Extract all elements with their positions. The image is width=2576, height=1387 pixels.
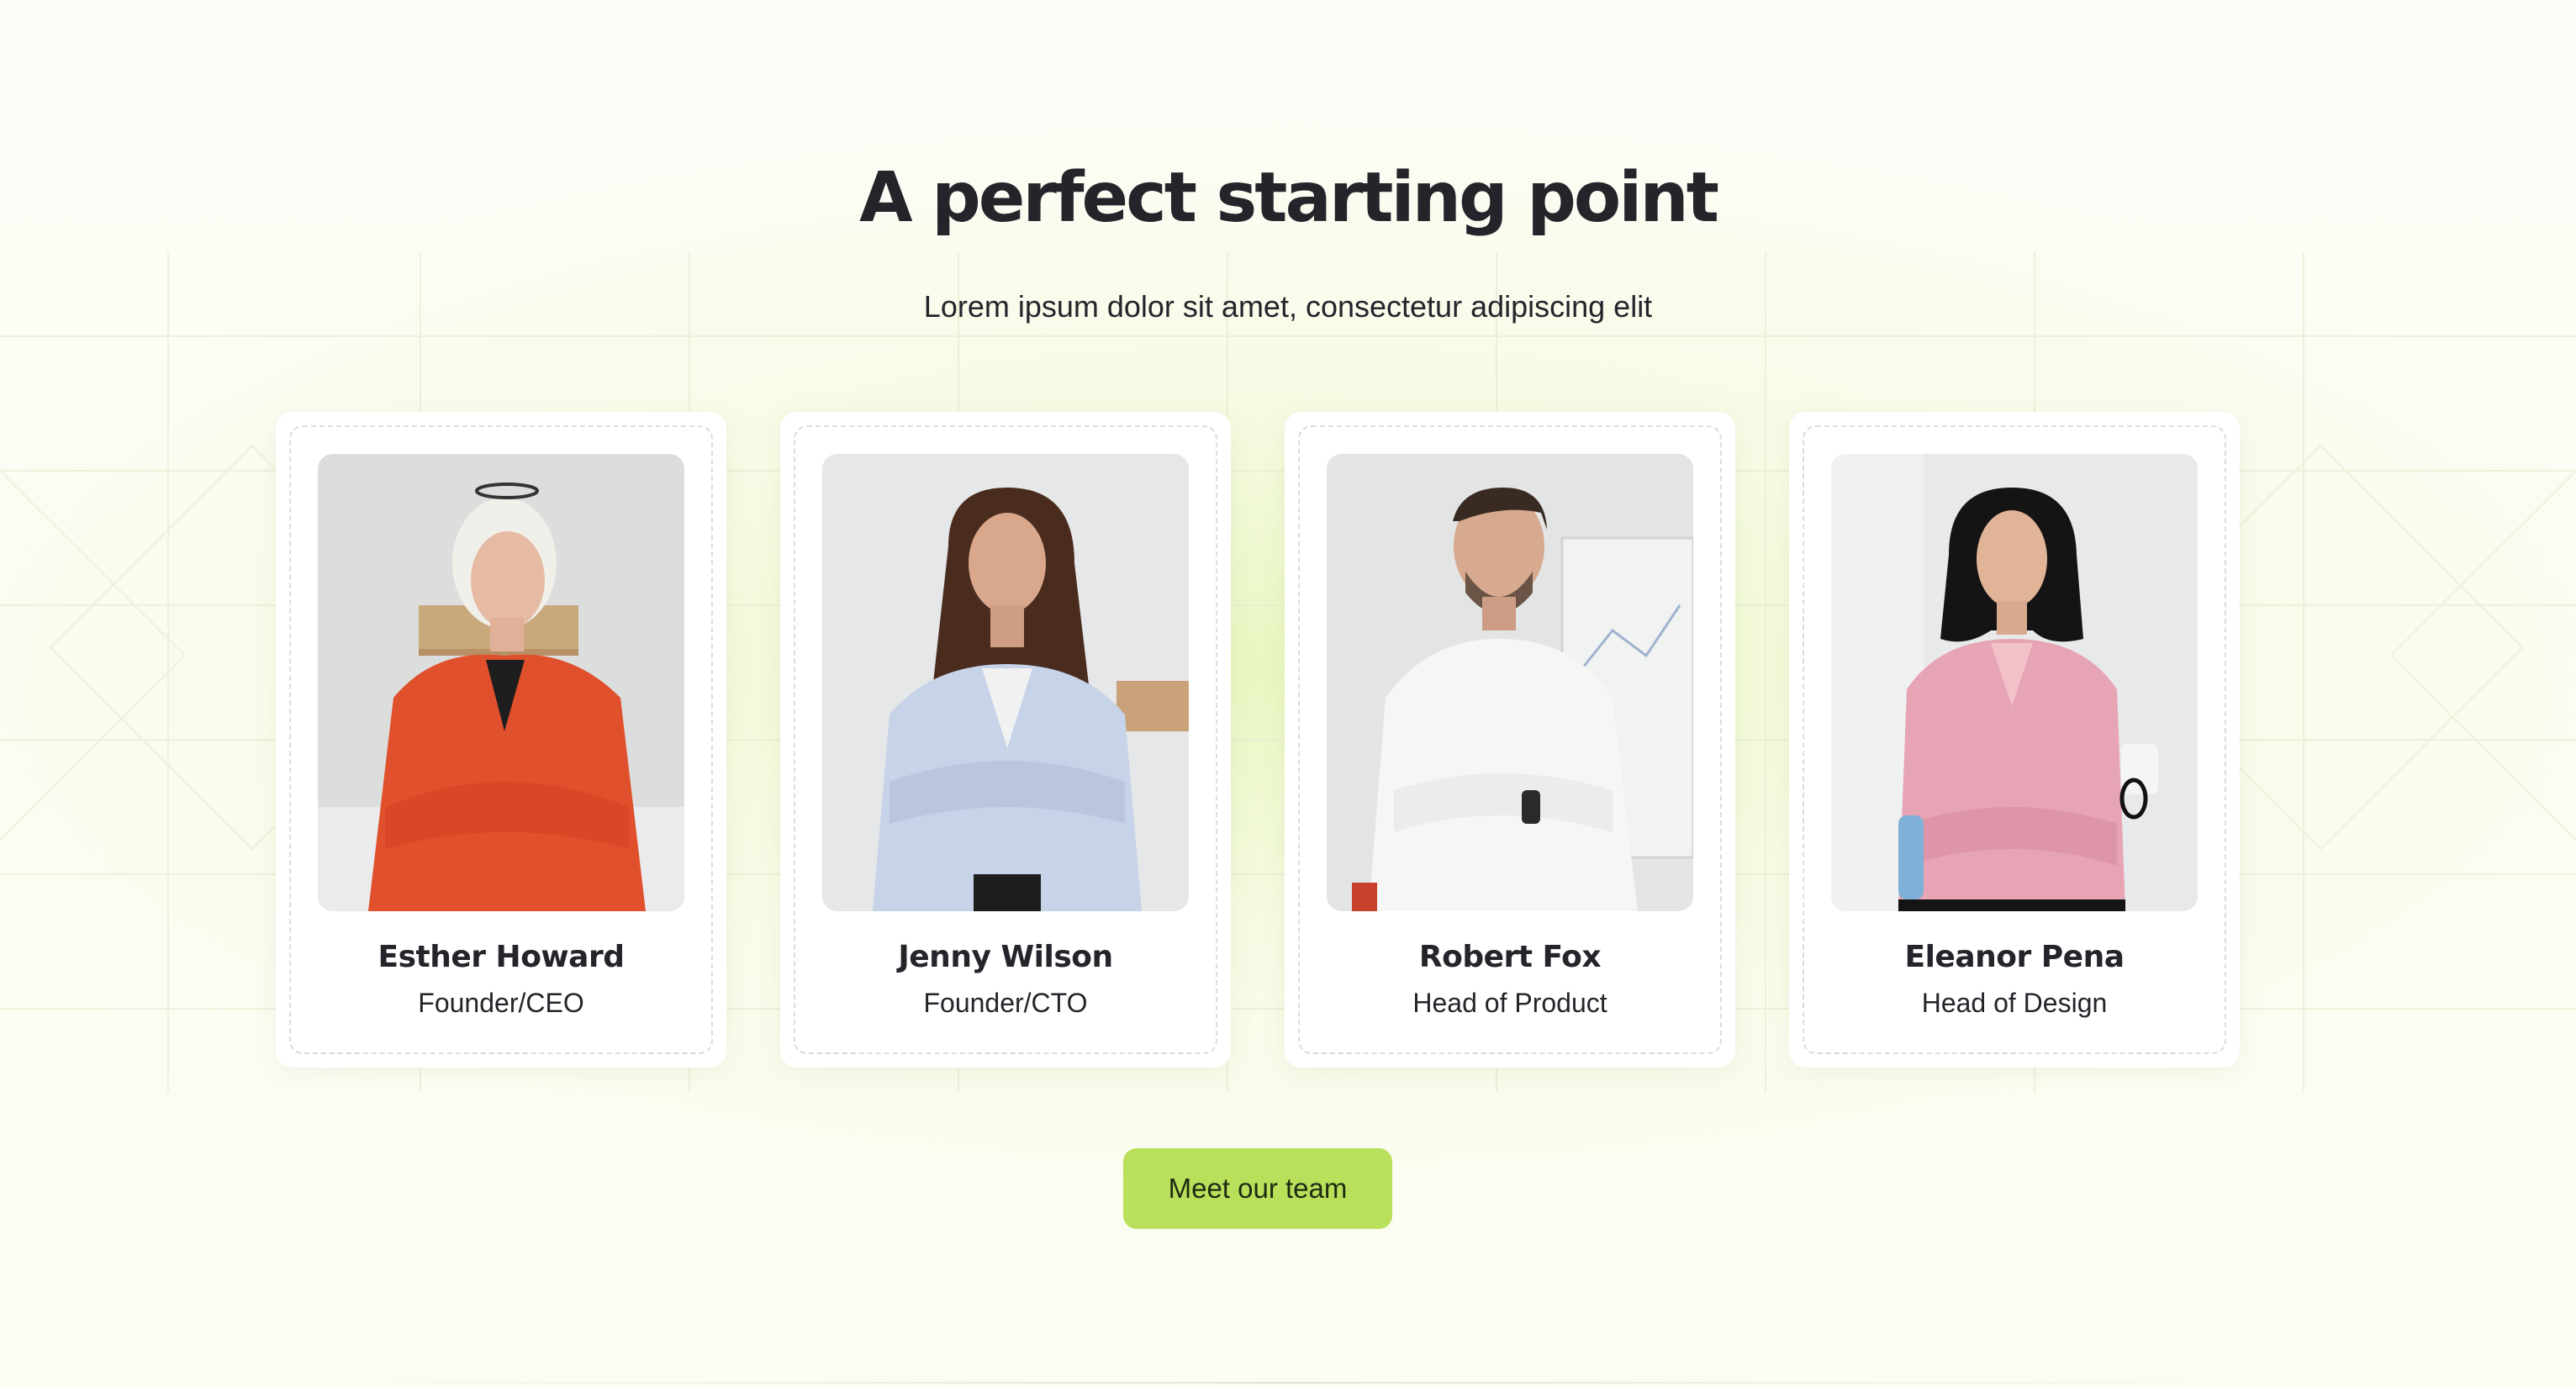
meet-our-team-button[interactable]: Meet our team (1123, 1148, 1392, 1229)
team-member-name: Eleanor Pena (1904, 940, 2125, 974)
section-divider (286, 1382, 2290, 1384)
team-member-role: Founder/CEO (418, 988, 584, 1018)
portrait-illustration (822, 454, 1189, 911)
team-member-photo (1327, 454, 1693, 911)
section-subtitle: Lorem ipsum dolor sit amet, consectetur … (923, 289, 1653, 324)
team-member-name: Esther Howard (377, 940, 626, 974)
team-card-inner: Esther Howard Founder/CEO (289, 425, 713, 1054)
team-card-inner: Jenny Wilson Founder/CTO (794, 425, 1217, 1054)
team-section: A perfect starting point Lorem ipsum dol… (0, 0, 2576, 1387)
team-card-inner: Eleanor Pena Head of Design (1803, 425, 2226, 1054)
portrait-illustration (1327, 454, 1693, 911)
team-member-photo (318, 454, 684, 911)
team-member-role: Head of Product (1412, 988, 1607, 1018)
team-member-name: Jenny Wilson (898, 940, 1113, 974)
team-card: Jenny Wilson Founder/CTO (780, 412, 1231, 1068)
portrait-illustration (318, 454, 684, 911)
team-member-photo (822, 454, 1189, 911)
section-title: A perfect starting point (859, 158, 1719, 238)
team-card: Eleanor Pena Head of Design (1789, 412, 2240, 1068)
team-card-inner: Robert Fox Head of Product (1298, 425, 1722, 1054)
team-member-name: Robert Fox (1418, 940, 1602, 974)
team-member-photo (1831, 454, 2198, 911)
team-cards: Esther Howard Founder/CEO Jenny Wilson F… (276, 412, 2240, 1068)
portrait-illustration (1831, 454, 2198, 911)
team-member-role: Founder/CTO (923, 988, 1088, 1018)
team-member-role: Head of Design (1921, 988, 2108, 1018)
team-card: Esther Howard Founder/CEO (276, 412, 726, 1068)
team-card: Robert Fox Head of Product (1285, 412, 1735, 1068)
